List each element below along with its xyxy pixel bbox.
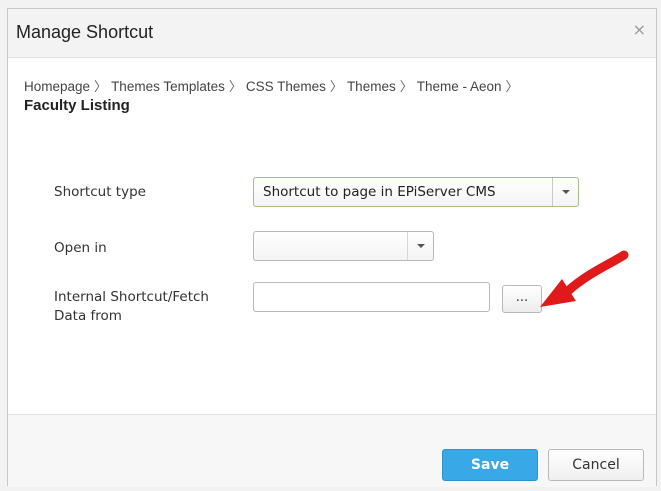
breadcrumb-item-homepage[interactable]: Homepage: [24, 79, 90, 94]
breadcrumb-separator: 〉: [228, 79, 242, 94]
internal-shortcut-input[interactable]: [253, 282, 490, 312]
shortcut-type-value: Shortcut to page in EPiServer CMS: [263, 184, 496, 200]
dialog-footer: Save Cancel: [8, 414, 656, 487]
breadcrumb-item-themes[interactable]: Themes: [347, 79, 396, 94]
shortcut-type-dropdown-toggle[interactable]: [552, 178, 578, 206]
chevron-down-icon: [562, 190, 570, 194]
shortcut-type-label: Shortcut type: [54, 184, 146, 200]
dialog-header: Manage Shortcut ×: [8, 9, 656, 58]
breadcrumb-separator: 〉: [94, 79, 108, 94]
breadcrumb-item-theme-aeon[interactable]: Theme - Aeon: [417, 79, 502, 94]
close-icon[interactable]: ×: [633, 22, 646, 38]
open-in-label: Open in: [54, 240, 107, 256]
breadcrumb-separator: 〉: [329, 79, 343, 94]
red-arrow-icon: [540, 250, 629, 307]
dialog-title: Manage Shortcut: [16, 22, 154, 42]
cancel-button[interactable]: Cancel: [548, 449, 644, 481]
open-in-dropdown-toggle[interactable]: [407, 232, 433, 260]
breadcrumb: Homepage 〉 Themes Templates 〉 CSS Themes 〉 The…: [24, 77, 634, 97]
breadcrumb-item-themes-templates[interactable]: Themes Templates: [111, 79, 225, 94]
internal-shortcut-label: Internal Shortcut/Fetch Data from: [54, 289, 209, 324]
save-button[interactable]: Save: [442, 449, 538, 481]
shortcut-type-select[interactable]: Shortcut to page in EPiServer CMS: [253, 177, 579, 207]
chevron-down-icon: [417, 244, 425, 248]
breadcrumb-item-css-themes[interactable]: CSS Themes: [246, 79, 326, 94]
breadcrumb-separator: 〉: [399, 79, 413, 94]
browse-button[interactable]: ...: [502, 285, 542, 313]
open-in-select[interactable]: [253, 231, 434, 261]
current-page-title: Faculty Listing: [24, 97, 130, 114]
manage-shortcut-dialog: Manage Shortcut × Homepage 〉 Themes Templa…: [7, 8, 657, 487]
breadcrumb-separator: 〉: [505, 79, 519, 94]
